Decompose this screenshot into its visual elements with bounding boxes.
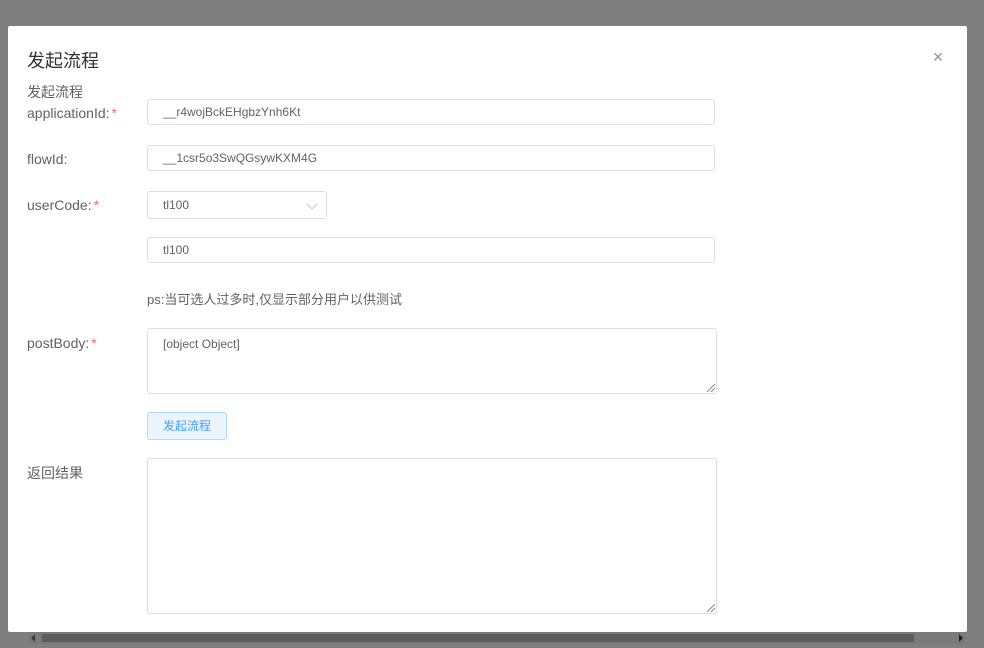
result-label: 返回结果 <box>27 465 83 481</box>
application-id-input[interactable] <box>147 99 715 125</box>
result-textarea[interactable] <box>147 458 717 614</box>
required-mark: * <box>91 335 97 351</box>
user-code-input[interactable] <box>147 237 715 263</box>
horizontal-scrollbar[interactable] <box>28 632 966 644</box>
scroll-right-icon[interactable] <box>959 634 963 642</box>
flow-id-label: flowId: <box>27 151 68 167</box>
post-body-label: postBody: * <box>27 335 97 351</box>
start-process-dialog: 发起流程 × 发起流程 applicationId:* flowId: user… <box>8 26 967 632</box>
section-label: 发起流程 <box>27 84 83 100</box>
required-mark: * <box>93 197 100 213</box>
scrollbar-thumb[interactable] <box>42 634 914 642</box>
user-hint-text: ps:当可选人过多时,仅显示部分用户以供测试 <box>147 292 402 307</box>
scroll-left-icon[interactable] <box>31 634 35 642</box>
user-code-select-value: tl100 <box>163 198 190 212</box>
chevron-down-icon <box>306 198 318 210</box>
post-body-textarea[interactable]: [object Object] <box>147 328 717 394</box>
user-code-select[interactable]: tl100 <box>147 191 327 219</box>
post-body-value: [object Object] <box>163 337 240 351</box>
resize-handle-icon[interactable] <box>707 604 715 612</box>
resize-handle-icon[interactable] <box>707 384 715 392</box>
application-id-label: applicationId: * <box>27 105 117 121</box>
user-code-label: userCode: * <box>27 197 100 213</box>
close-icon[interactable]: × <box>929 48 947 66</box>
start-process-button[interactable]: 发起流程 <box>147 412 227 440</box>
flow-id-input[interactable] <box>147 145 715 171</box>
required-mark: * <box>111 105 117 121</box>
dialog-title: 发起流程 <box>27 51 99 72</box>
